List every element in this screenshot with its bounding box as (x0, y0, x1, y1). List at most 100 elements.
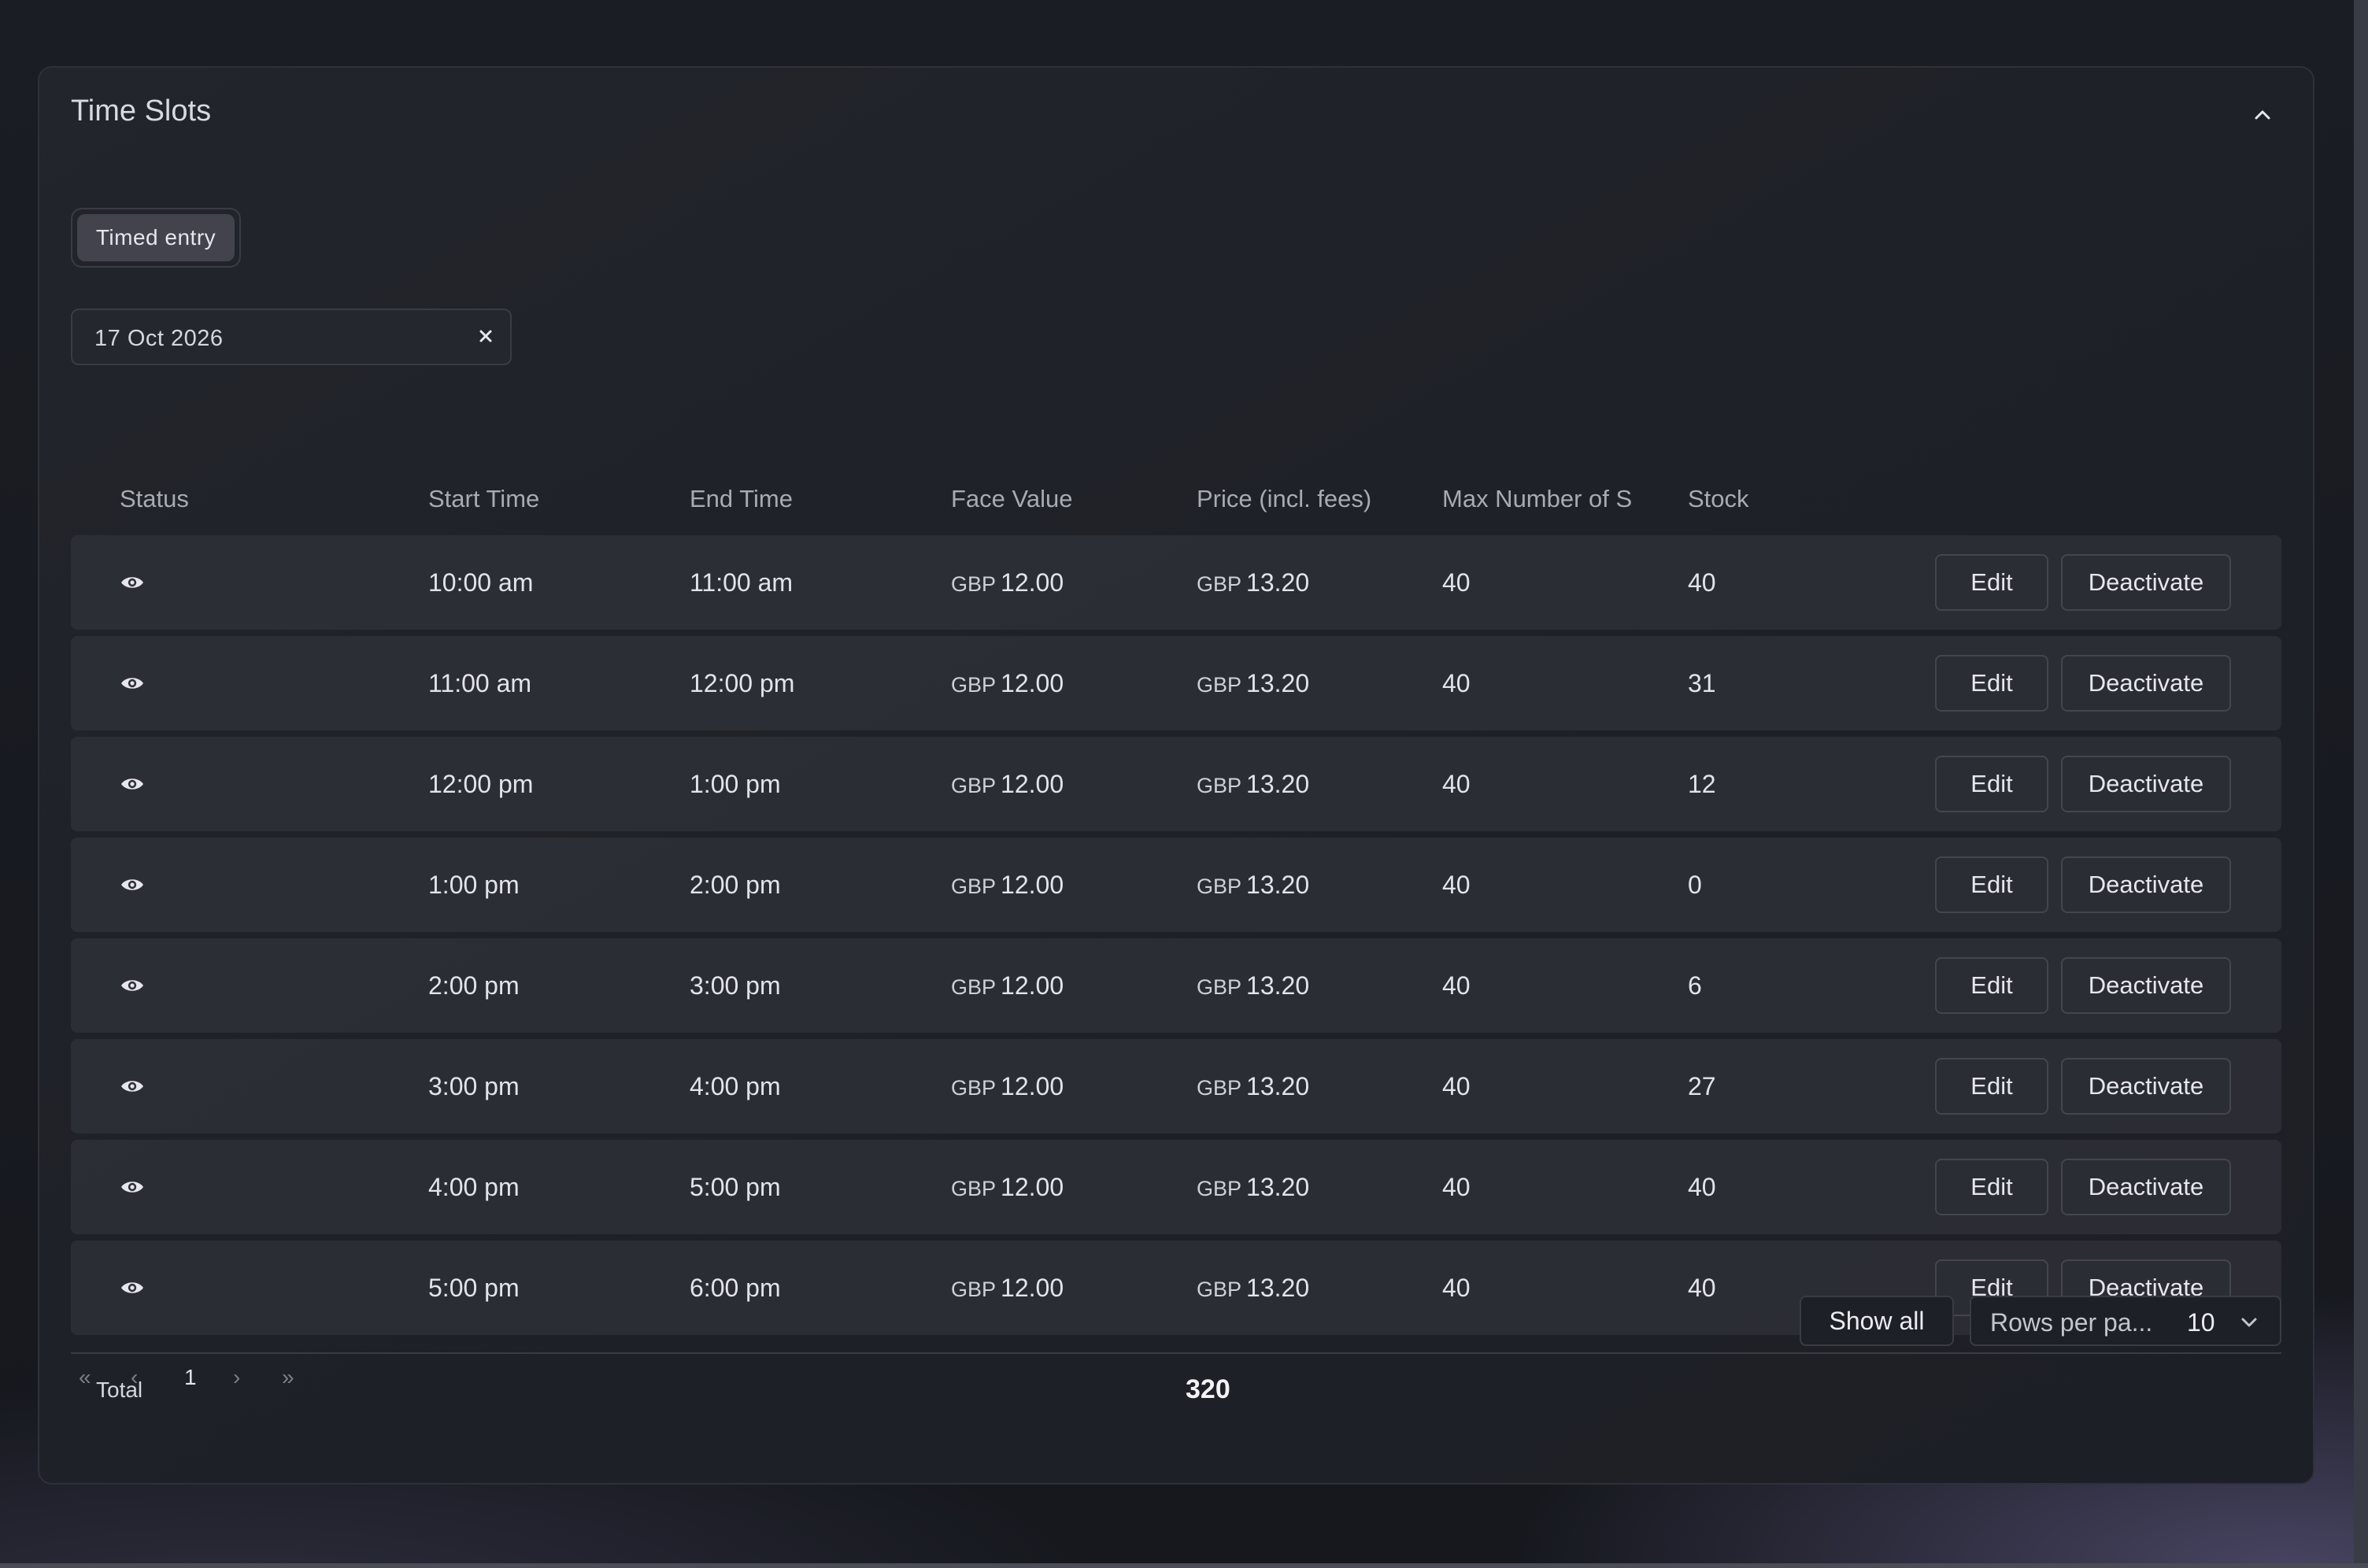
deactivate-button[interactable]: Deactivate (2061, 655, 2231, 712)
face-value-cell: GBP 12.00 (951, 1274, 1064, 1303)
deactivate-button[interactable]: Deactivate (2061, 554, 2231, 611)
price-cell: GBP 13.20 (1197, 669, 1309, 698)
price-currency: GBP (1197, 1278, 1242, 1301)
edit-button[interactable]: Edit (1935, 957, 2048, 1014)
price-currency: GBP (1197, 774, 1242, 797)
collapse-button[interactable] (2247, 99, 2278, 131)
clear-date-button[interactable] (472, 323, 499, 349)
deactivate-button[interactable]: Deactivate (2061, 756, 2231, 812)
column-header-start-time[interactable]: Start Time (428, 485, 539, 513)
edit-button[interactable]: Edit (1935, 1058, 2048, 1115)
column-header-face-value[interactable]: Face Value (951, 485, 1073, 513)
price-cell: GBP 13.20 (1197, 770, 1309, 799)
total-label: Total (96, 1378, 143, 1402)
window-bottom-edge (0, 1563, 2368, 1568)
face-value-currency: GBP (951, 1278, 997, 1301)
max-number-cell: 40 (1442, 568, 1471, 597)
column-header-price[interactable]: Price (incl. fees) (1197, 485, 1371, 513)
eye-icon[interactable] (120, 775, 145, 793)
face-value-cell: GBP 12.00 (951, 770, 1064, 799)
end-time-cell: 4:00 pm (690, 1072, 781, 1100)
deactivate-button[interactable]: Deactivate (2061, 1159, 2231, 1215)
start-time-cell: 10:00 am (428, 568, 534, 597)
start-time-cell: 5:00 pm (428, 1274, 520, 1302)
date-filter-field[interactable]: 17 Oct 2026 (71, 309, 512, 365)
stock-cell: 31 (1688, 669, 1716, 697)
date-filter-value: 17 Oct 2026 (94, 326, 224, 351)
table-row: 4:00 pm 5:00 pm GBP 12.00 GBP 13.20 40 40 Edit De… (71, 1140, 2281, 1234)
last-page-button[interactable]: » (282, 1365, 294, 1390)
first-page-button[interactable]: « (79, 1365, 91, 1390)
face-value-currency: GBP (951, 1177, 997, 1200)
table-row: 10:00 am 11:00 am GBP 12.00 GBP 13.20 40 40 Edit… (71, 535, 2281, 630)
deactivate-button[interactable]: Deactivate (2061, 856, 2231, 913)
face-value-currency: GBP (951, 774, 997, 797)
eye-icon[interactable] (120, 1077, 145, 1096)
filter-chip-timed-entry[interactable]: Timed entry (77, 214, 235, 261)
price-amount: 13.20 (1246, 770, 1310, 798)
face-value-amount: 12.00 (1001, 1274, 1064, 1302)
window-edge (2354, 0, 2368, 1568)
max-number-cell: 40 (1442, 1072, 1471, 1100)
time-slots-panel: Time Slots Timed entry 17 Oct 2026 Statu… (38, 66, 2314, 1485)
start-time-cell: 3:00 pm (428, 1072, 520, 1100)
column-header-end-time[interactable]: End Time (690, 485, 793, 513)
column-header-stock[interactable]: Stock (1688, 485, 1749, 513)
end-time-cell: 3:00 pm (690, 971, 781, 1000)
price-cell: GBP 13.20 (1197, 871, 1309, 900)
filter-chip-group: Timed entry (71, 208, 241, 268)
price-cell: GBP 13.20 (1197, 568, 1309, 597)
eye-icon[interactable] (120, 573, 145, 592)
price-cell: GBP 13.20 (1197, 1072, 1309, 1101)
stock-cell: 6 (1688, 971, 1702, 1000)
table-row: 12:00 pm 1:00 pm GBP 12.00 GBP 13.20 40 12 Edit D… (71, 737, 2281, 831)
edit-button[interactable]: Edit (1935, 554, 2048, 611)
rows-per-page-select[interactable]: Rows per pa... 10 (1970, 1296, 2281, 1346)
eye-icon[interactable] (120, 1178, 145, 1196)
eye-icon[interactable] (120, 976, 145, 995)
end-time-cell: 6:00 pm (690, 1274, 781, 1302)
next-page-button[interactable]: › (233, 1365, 240, 1390)
edit-button[interactable]: Edit (1935, 856, 2048, 913)
eye-icon[interactable] (120, 875, 145, 894)
eye-icon[interactable] (120, 1278, 145, 1297)
price-cell: GBP 13.20 (1197, 1274, 1309, 1303)
edit-button[interactable]: Edit (1935, 756, 2048, 812)
face-value-amount: 12.00 (1001, 568, 1064, 597)
column-header-status[interactable]: Status (120, 485, 189, 513)
show-all-button[interactable]: Show all (1800, 1296, 1954, 1346)
face-value-cell: GBP 12.00 (951, 1072, 1064, 1101)
price-amount: 13.20 (1246, 1173, 1310, 1201)
face-value-cell: GBP 12.00 (951, 568, 1064, 597)
face-value-amount: 12.00 (1001, 871, 1064, 899)
page-number[interactable]: 1 (184, 1365, 197, 1390)
price-amount: 13.20 (1246, 871, 1310, 899)
face-value-cell: GBP 12.00 (951, 669, 1064, 698)
total-value: 320 (1186, 1374, 1230, 1404)
price-cell: GBP 13.20 (1197, 971, 1309, 1000)
price-amount: 13.20 (1246, 1274, 1310, 1302)
table-row: 3:00 pm 4:00 pm GBP 12.00 GBP 13.20 40 27 Edit De… (71, 1039, 2281, 1133)
edit-button[interactable]: Edit (1935, 655, 2048, 712)
face-value-currency: GBP (951, 673, 997, 697)
stock-cell: 40 (1688, 1274, 1716, 1302)
panel-title: Time Slots (71, 94, 212, 128)
max-number-cell: 40 (1442, 770, 1471, 798)
face-value-currency: GBP (951, 572, 997, 596)
face-value-amount: 12.00 (1001, 971, 1064, 1000)
start-time-cell: 1:00 pm (428, 871, 520, 899)
start-time-cell: 12:00 pm (428, 770, 534, 798)
deactivate-button[interactable]: Deactivate (2061, 957, 2231, 1014)
price-cell: GBP 13.20 (1197, 1173, 1309, 1202)
table-row: 1:00 pm 2:00 pm GBP 12.00 GBP 13.20 40 0 Edit Dea… (71, 838, 2281, 932)
deactivate-button[interactable]: Deactivate (2061, 1058, 2231, 1115)
price-currency: GBP (1197, 1177, 1242, 1200)
edit-button[interactable]: Edit (1935, 1159, 2048, 1215)
price-amount: 13.20 (1246, 1072, 1310, 1100)
price-amount: 13.20 (1246, 669, 1310, 697)
column-header-max-number[interactable]: Max Number of S (1442, 485, 1632, 513)
face-value-amount: 12.00 (1001, 770, 1064, 798)
start-time-cell: 11:00 am (428, 669, 532, 697)
eye-icon[interactable] (120, 674, 145, 693)
start-time-cell: 2:00 pm (428, 971, 520, 1000)
